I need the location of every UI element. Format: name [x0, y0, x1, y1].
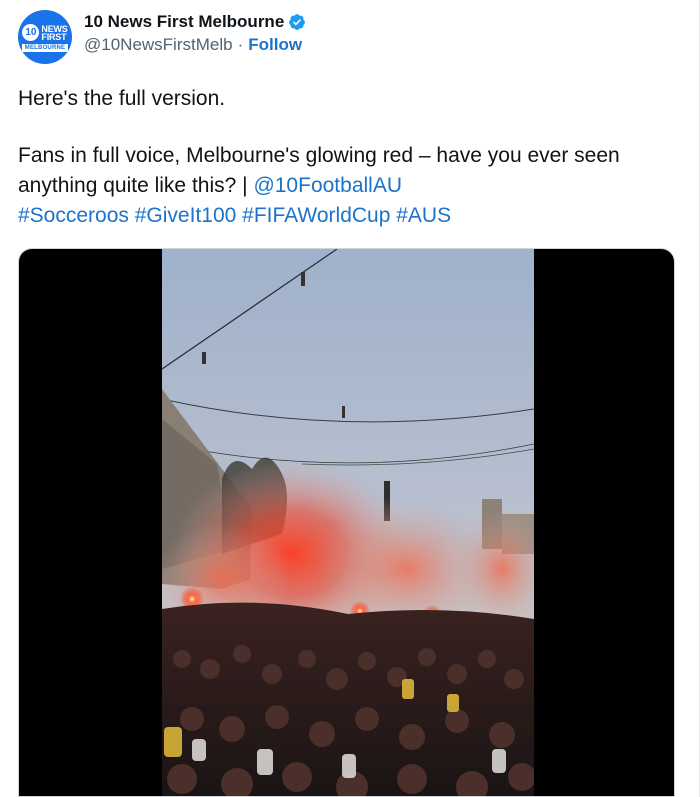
account-names: 10 News First Melbourne @10NewsFirstMelb…: [84, 11, 306, 57]
follow-button[interactable]: Follow: [248, 35, 302, 55]
handle-row: @10NewsFirstMelb · Follow: [84, 33, 306, 57]
video-frame: [162, 249, 534, 796]
name-row: 10 News First Melbourne: [84, 11, 306, 33]
separator-dot: ·: [237, 35, 244, 54]
avatar-first-text: FIRST: [41, 31, 67, 42]
tweet-text: Here's the full version. Fans in full vo…: [18, 84, 658, 231]
hashtag-fifaworldcup[interactable]: #FIFAWorldCup: [242, 204, 390, 227]
hashtag-socceroos[interactable]: #Socceroos: [18, 204, 129, 227]
video-player[interactable]: [162, 249, 534, 796]
display-name[interactable]: 10 News First Melbourne: [84, 12, 284, 32]
avatar-ten: 10: [22, 24, 40, 41]
media-container: [18, 248, 675, 797]
tweet-line-1: Here's the full version.: [18, 87, 226, 110]
hashtag-aus[interactable]: #AUS: [396, 204, 451, 227]
avatar-logo: 10 NEWS FIRST: [22, 24, 68, 42]
hashtag-giveit100[interactable]: #GiveIt100: [135, 204, 237, 227]
tweet-card: 10 NEWS FIRST MELBOURNE 10 News First Me…: [0, 0, 700, 797]
verified-badge-icon: [289, 14, 306, 30]
avatar-melbourne-text: MELBOURNE: [21, 44, 69, 52]
handle[interactable]: @10NewsFirstMelb: [84, 35, 233, 55]
mention-link[interactable]: @10FootballAU: [253, 174, 402, 197]
avatar[interactable]: 10 NEWS FIRST MELBOURNE: [18, 10, 72, 64]
tweet-header: 10 NEWS FIRST MELBOURNE 10 News First Me…: [18, 10, 306, 64]
tweet-body: Fans in full voice, Melbourne's glowing …: [18, 141, 658, 231]
